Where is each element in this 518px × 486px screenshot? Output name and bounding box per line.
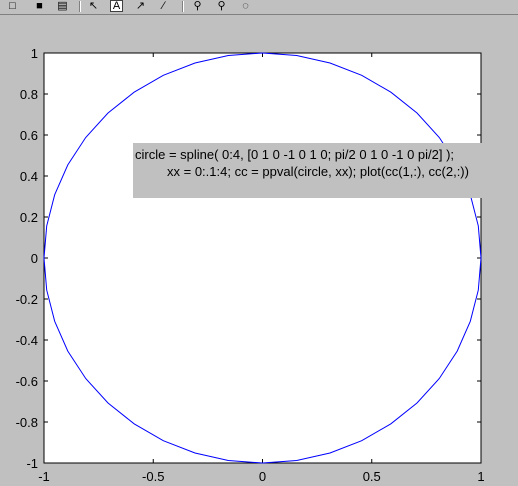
y-tick-label: 0.4 [20,169,38,184]
y-tick-label: 0.2 [20,210,38,225]
y-tick-label: 1 [31,46,38,61]
chart-canvas: -1 -0.5 0 0.5 1 -1 -0.8 -0.6 -0.4 -0.2 0 0.2 0.4 0.6 0… [16,46,485,484]
y-tick-label: -0.6 [16,374,38,389]
x-tick-label: 0.5 [363,469,381,484]
x-tick-label: 1 [477,469,484,484]
annotation-line-2: xx = 0:.1:4; cc = ppval(circle, xx); plo… [167,164,469,179]
y-tick-label: 0 [31,251,38,266]
y-tick-label: 0.6 [20,128,38,143]
axes-area[interactable] [43,52,482,464]
x-tick-label: -1 [38,469,50,484]
y-tick-label: -1 [26,456,38,471]
x-tick-label: -0.5 [142,469,164,484]
x-tick-label: 0 [259,469,266,484]
y-tick-label: -0.8 [16,415,38,430]
y-tick-label: 0.8 [20,87,38,102]
y-tick-label: -0.4 [16,333,38,348]
code-annotation-textbox[interactable]: circle = spline( 0:4, [0 1 0 -1 0 1 0; p… [133,143,518,198]
annotation-line-1: circle = spline( 0:4, [0 1 0 -1 0 1 0; p… [135,147,455,162]
y-tick-label: -0.2 [16,292,38,307]
